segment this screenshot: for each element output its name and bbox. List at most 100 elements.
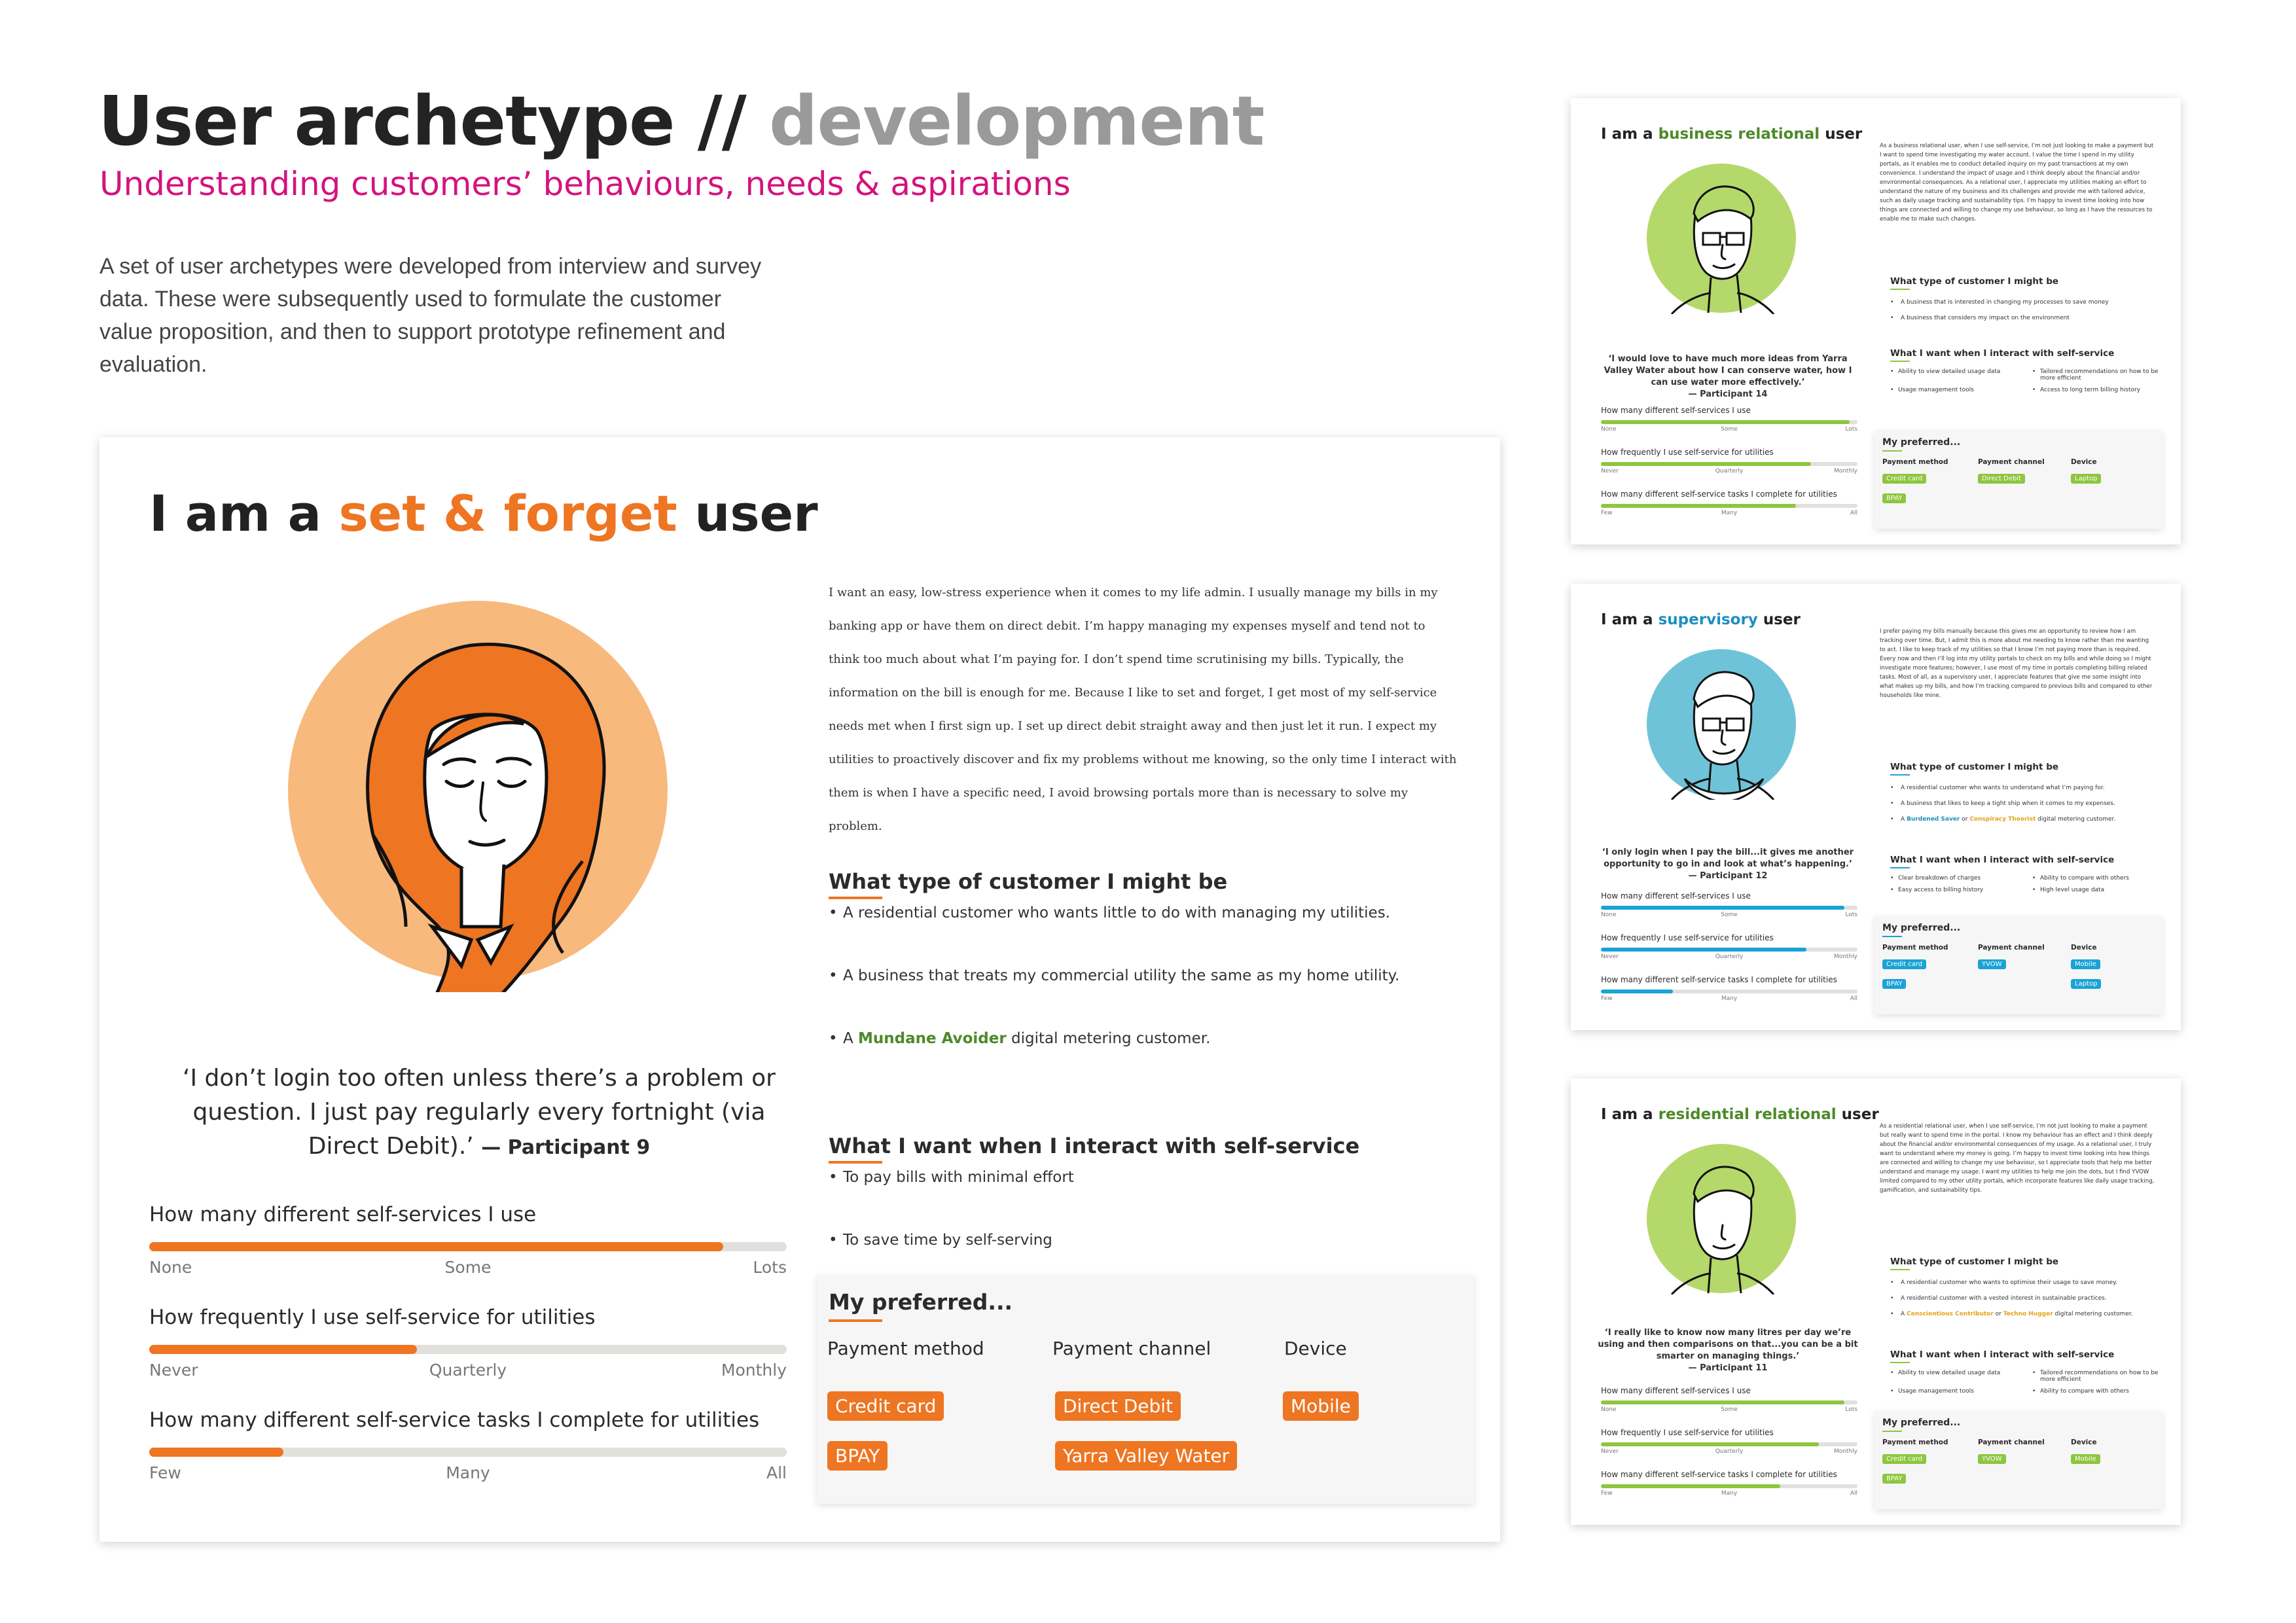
- preferred-panel: My preferred... Payment method Payment cha…: [1874, 916, 2162, 1014]
- tick-label: Quarterly: [1715, 1448, 1744, 1455]
- self-service-wants-section: What I want when I interact with self-se…: [1890, 1349, 2165, 1395]
- slider-fill: [1601, 420, 1850, 424]
- card-title-pre: I am a: [1601, 1106, 1653, 1123]
- tick-label: All: [1850, 510, 1857, 516]
- heading-underline: [1890, 867, 1910, 868]
- preference-chip: Mobile: [2071, 1454, 2100, 1464]
- chip-direct-debit: Direct Debit: [1055, 1391, 1181, 1421]
- archetype-story: I want an easy, low-stress experience wh…: [829, 586, 1457, 833]
- heading-underline: [1890, 774, 1910, 776]
- persona-name: Mundane Avoider: [858, 1030, 1007, 1047]
- quote-attribution: — Participant 9: [481, 1136, 651, 1159]
- preferred-panel: My preferred... Payment method Payment cha…: [1874, 1411, 2162, 1509]
- chip-yarra-valley-water: Yarra Valley Water: [1055, 1441, 1238, 1471]
- list-item-text: digital metering customer.: [2054, 1311, 2133, 1317]
- list-item: • Usage management tools: [1890, 1388, 1974, 1395]
- tick-label: Never: [149, 1361, 198, 1380]
- list-item-text: High level usage data: [2040, 887, 2105, 893]
- heading-underline: [1882, 450, 1902, 452]
- list-item-text: A business that likes to keep a tight sh…: [1901, 800, 2115, 807]
- list-item-text: Usage management tools: [1898, 1388, 1974, 1395]
- card-title-post: user: [1825, 126, 1863, 143]
- page-title-accent: development: [768, 81, 1265, 161]
- slider-track: [1601, 1442, 1857, 1446]
- preferred-panel: My preferred... Payment method Payment c…: [817, 1275, 1474, 1504]
- preference-chip: Direct Debit: [1978, 474, 2026, 484]
- tick-label: Lots: [1845, 912, 1857, 918]
- slider-track: [1601, 462, 1857, 466]
- list-item: • Ability to view detailed usage data: [1890, 1370, 2023, 1383]
- usage-slider: How many different self-services I use No…: [1601, 891, 1857, 921]
- preference-chip: BPAY: [1882, 979, 1907, 989]
- list-item-text: Ability to view detailed usage data: [1898, 1370, 2001, 1376]
- payment-channel-label: Payment channel: [1978, 1438, 2045, 1446]
- archetype-card-residential-relational: I am a residential relational user As a r…: [1571, 1079, 2181, 1525]
- quote-attribution: — Participant 11: [1688, 1363, 1768, 1373]
- tick-label: Some: [1721, 426, 1738, 433]
- slider-track: [1601, 1484, 1857, 1488]
- usage-slider: How many different self-services I use No…: [1601, 406, 1857, 435]
- slider-question: How frequently I use self-service for ut…: [1601, 933, 1774, 942]
- list-item-text: digital metering customer.: [2037, 816, 2116, 823]
- usage-slider: How frequently I use self-service for ut…: [1601, 933, 1857, 963]
- tick-label: Monthly: [1833, 954, 1857, 960]
- slider-question: How frequently I use self-service for ut…: [1601, 448, 1774, 457]
- payment-method-label: Payment method: [827, 1338, 984, 1359]
- list-item-text: Access to long term billing history: [2040, 387, 2141, 393]
- list-item-text: or: [1962, 816, 1968, 823]
- slider-track: [1601, 504, 1857, 508]
- preferred-heading: My preferred...: [1882, 923, 1961, 933]
- list-item: • Access to long term billing history: [2032, 387, 2141, 393]
- tick-label: Never: [1601, 468, 1619, 474]
- slider-fill: [1601, 990, 1673, 993]
- slider-track: [1601, 420, 1857, 424]
- page-title-main: User archetype //: [98, 81, 747, 161]
- chip-credit-card: Credit card: [827, 1391, 944, 1421]
- list-item: • Ability to view detailed usage data: [1890, 368, 2023, 382]
- list-item-text: To save time by self-serving: [843, 1232, 1052, 1249]
- list-item-text: A residential customer who wants to unde…: [1901, 785, 2105, 791]
- slider-fill: [1601, 1442, 1820, 1446]
- usage-slider: How many different self-services I use No…: [1601, 1386, 1857, 1416]
- self-service-wants-section: What I want when I interact with self-se…: [1890, 348, 2165, 393]
- usage-slider: How frequently I use self-service for ut…: [1601, 448, 1857, 477]
- man-portrait-illustration-icon: [1647, 1144, 1796, 1294]
- card-title-post: user: [1763, 611, 1801, 628]
- tick-label: None: [1601, 1406, 1617, 1413]
- tick-label: Many: [446, 1463, 490, 1482]
- archetype-card-set-and-forget: I am a set & forget user ‘I don’t login …: [99, 437, 1500, 1542]
- slider-question: How frequently I use self-service for ut…: [149, 1306, 596, 1329]
- customer-type-heading: What type of customer I might be: [1890, 762, 2059, 772]
- list-item-text: Ability to view detailed usage data: [1898, 368, 2001, 375]
- preferred-heading: My preferred...: [829, 1289, 1013, 1315]
- card-title-post: user: [694, 484, 818, 543]
- card-title-pre: I am a: [149, 484, 321, 543]
- preference-chip: Credit card: [1882, 959, 1927, 969]
- archetype-card-supervisory: I am a supervisory user I prefer paying m…: [1571, 584, 2181, 1030]
- preference-chip: Laptop: [2071, 979, 2102, 989]
- list-item: • Usage management tools: [1890, 387, 1974, 393]
- heading-underline: [1882, 936, 1902, 937]
- list-item: • A residential customer with a vested in…: [1890, 1295, 2107, 1302]
- slider-question: How many different self-services I use: [1601, 1386, 1751, 1395]
- card-title: I am a business relational user: [1601, 126, 1862, 143]
- heading-underline: [1890, 1362, 1910, 1363]
- card-title-pre: I am a: [1601, 611, 1653, 628]
- archetype-story: As a residential relational user, when I…: [1880, 1123, 2155, 1194]
- tick-label: Quarterly: [1715, 954, 1744, 960]
- preference-chip: BPAY: [1882, 493, 1907, 503]
- preference-chip: Mobile: [2071, 959, 2100, 969]
- list-item: • Tailored recommendations on how to be m…: [2032, 368, 2165, 382]
- device-label: Device: [2071, 1438, 2097, 1446]
- payment-method-label: Payment method: [1882, 944, 1948, 952]
- customer-type-section: What type of customer I might be • A resid…: [1890, 1257, 2165, 1317]
- tick-label: Quarterly: [1715, 468, 1744, 474]
- quote-text: ‘I would love to have much more ideas fr…: [1604, 354, 1852, 387]
- usage-slider: How many different self-service tasks I …: [1601, 490, 1857, 519]
- card-title-accent: set & forget: [338, 484, 677, 543]
- slider-track: [1601, 948, 1857, 952]
- card-title-accent: supervisory: [1658, 611, 1758, 628]
- page-title: User archetype // development: [98, 79, 1265, 164]
- slider-fill: [149, 1345, 418, 1354]
- list-item: • Ability to compare with others: [2032, 875, 2129, 882]
